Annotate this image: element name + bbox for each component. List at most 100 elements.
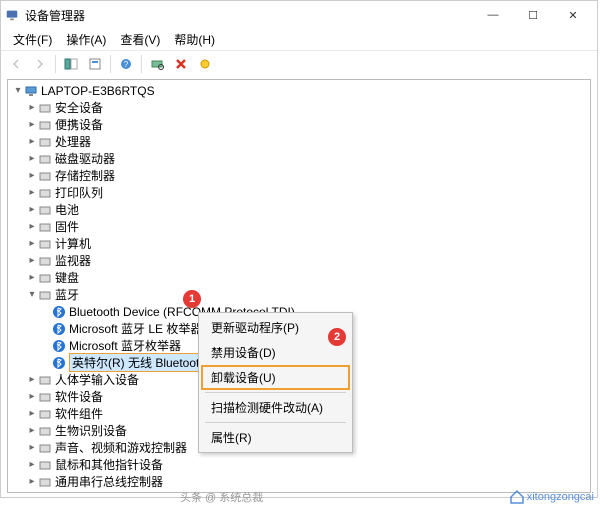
expander-icon[interactable]: ▸ — [26, 374, 38, 385]
bluetooth-icon — [52, 339, 66, 353]
watermark-head: 头条 @ 系统总裁 — [180, 489, 263, 505]
expander-icon[interactable]: ▸ — [26, 408, 38, 419]
root-node[interactable]: ▾ LAPTOP-E3B6RTQS — [8, 82, 590, 99]
tree-item-label: 监视器 — [55, 252, 91, 269]
help-button[interactable]: ? — [115, 53, 137, 75]
tree-item-label: 通用串行总线控制器 — [55, 473, 163, 490]
expander-icon[interactable]: ▸ — [26, 102, 38, 113]
expander-icon[interactable]: ▸ — [26, 170, 38, 181]
menu-view[interactable]: 查看(V) — [114, 29, 166, 50]
expander-icon[interactable]: ▾ — [12, 85, 24, 96]
tree-item-label: Microsoft 蓝牙枚举器 — [69, 337, 181, 354]
tree-item-label: 软件设备 — [55, 388, 103, 405]
minimize-button[interactable]: — — [473, 3, 513, 27]
annotation-badge-2: 2 — [328, 328, 346, 346]
device-icon — [38, 475, 52, 489]
back-button[interactable] — [5, 53, 27, 75]
category-node[interactable]: ▸网络适配器 — [8, 490, 590, 493]
expander-icon[interactable]: ▸ — [26, 476, 38, 487]
expander-icon[interactable]: ▸ — [26, 255, 38, 266]
category-node[interactable]: ▸ 通用串行总线控制器 — [8, 473, 590, 490]
expander-icon[interactable]: ▸ — [26, 272, 38, 283]
expander-icon[interactable]: ▸ — [26, 238, 38, 249]
scan-hardware-button[interactable] — [146, 53, 168, 75]
tree-item-label: 声音、视频和游戏控制器 — [55, 439, 187, 456]
expander-icon[interactable]: ▸ — [26, 119, 38, 130]
svg-text:?: ? — [124, 60, 129, 69]
expander-icon[interactable]: ▸ — [26, 459, 38, 470]
ctx-uninstall-device[interactable]: 卸载设备(U) — [201, 365, 350, 390]
toolbar: ? — [1, 51, 597, 77]
device-icon — [38, 118, 52, 132]
forward-button[interactable] — [29, 53, 51, 75]
expander-icon[interactable]: ▸ — [26, 187, 38, 198]
tree-item-label: 磁盘驱动器 — [55, 150, 115, 167]
maximize-button[interactable]: ☐ — [513, 3, 553, 27]
category-node[interactable]: ▸ 打印队列 — [8, 184, 590, 201]
computer-icon — [24, 84, 38, 98]
tree-item-label: 处理器 — [55, 133, 91, 150]
category-node[interactable]: ▸ 监视器 — [8, 252, 590, 269]
category-node[interactable]: ▸ 计算机 — [8, 235, 590, 252]
category-node[interactable]: ▸ 存储控制器 — [8, 167, 590, 184]
device-icon — [38, 254, 52, 268]
expander-icon[interactable]: ▸ — [26, 391, 38, 402]
category-node[interactable]: ▸便携设备 — [8, 116, 590, 133]
tree-item-label: 人体学输入设备 — [55, 371, 139, 388]
device-icon — [38, 135, 52, 149]
expander-icon[interactable]: ▾ — [26, 289, 38, 300]
ctx-separator — [205, 422, 346, 423]
menu-help[interactable]: 帮助(H) — [168, 29, 221, 50]
close-button[interactable]: ✕ — [553, 3, 593, 27]
app-icon — [5, 8, 19, 22]
annotation-badge-1: 1 — [183, 290, 201, 308]
ctx-scan-hardware[interactable]: 扫描检测硬件改动(A) — [201, 395, 350, 420]
device-icon — [38, 288, 52, 302]
show-hide-tree-button[interactable] — [60, 53, 82, 75]
device-icon — [38, 220, 52, 234]
device-icon — [38, 492, 52, 494]
tree-item-label: 计算机 — [55, 235, 91, 252]
menu-action[interactable]: 操作(A) — [60, 29, 112, 50]
expander-icon[interactable]: ▸ — [26, 221, 38, 232]
device-icon — [38, 458, 52, 472]
expander-icon[interactable]: ▸ — [26, 153, 38, 164]
bluetooth-icon — [52, 356, 66, 370]
bluetooth-icon — [52, 322, 66, 336]
menu-file[interactable]: 文件(F) — [7, 29, 58, 50]
expander-icon[interactable]: ▸ — [26, 442, 38, 453]
watermark-site: xitongzongcai — [509, 489, 594, 505]
tree-item-label: 网络适配器 — [55, 490, 115, 493]
device-icon — [38, 271, 52, 285]
expander-icon[interactable]: ▸ — [26, 204, 38, 215]
category-node[interactable]: ▸键盘 — [8, 269, 590, 286]
device-icon — [38, 169, 52, 183]
device-manager-window: 设备管理器 — ☐ ✕ 文件(F) 操作(A) 查看(V) 帮助(H) ? ▾ L… — [0, 0, 598, 498]
ctx-disable-device[interactable]: 禁用设备(D) — [201, 340, 350, 365]
tree-item-label: Microsoft 蓝牙 LE 枚举器 — [69, 320, 202, 337]
category-node[interactable]: ▸ 磁盘驱动器 — [8, 150, 590, 167]
category-node[interactable]: ▸电池 — [8, 201, 590, 218]
tree-item-label: 安全设备 — [55, 99, 103, 116]
expander-icon[interactable]: ▸ — [26, 425, 38, 436]
ctx-properties[interactable]: 属性(R) — [201, 425, 350, 450]
category-node[interactable]: ▸ 固件 — [8, 218, 590, 235]
tree-item-label: 固件 — [55, 218, 79, 235]
tree-item-label: LAPTOP-E3B6RTQS — [41, 84, 155, 98]
bluetooth-icon — [52, 305, 66, 319]
titlebar: 设备管理器 — ☐ ✕ — [1, 1, 597, 29]
device-icon — [38, 203, 52, 217]
category-node[interactable]: ▸ 安全设备 — [8, 99, 590, 116]
tree-item-label: 存储控制器 — [55, 167, 115, 184]
tree-item-label: 打印队列 — [55, 184, 103, 201]
menubar: 文件(F) 操作(A) 查看(V) 帮助(H) — [1, 29, 597, 51]
device-tree[interactable]: ▾LAPTOP-E3B6RTQS▸安全设备▸便携设备▸处理器▸磁盘驱动器▸存储控… — [7, 79, 591, 493]
properties-button[interactable] — [84, 53, 106, 75]
expander-icon[interactable]: ▸ — [26, 136, 38, 147]
uninstall-device-button[interactable] — [170, 53, 192, 75]
disable-device-button[interactable] — [194, 53, 216, 75]
category-bluetooth[interactable]: ▾蓝牙 — [8, 286, 590, 303]
category-node[interactable]: ▸鼠标和其他指针设备 — [8, 456, 590, 473]
device-icon — [38, 101, 52, 115]
category-node[interactable]: ▸ 处理器 — [8, 133, 590, 150]
